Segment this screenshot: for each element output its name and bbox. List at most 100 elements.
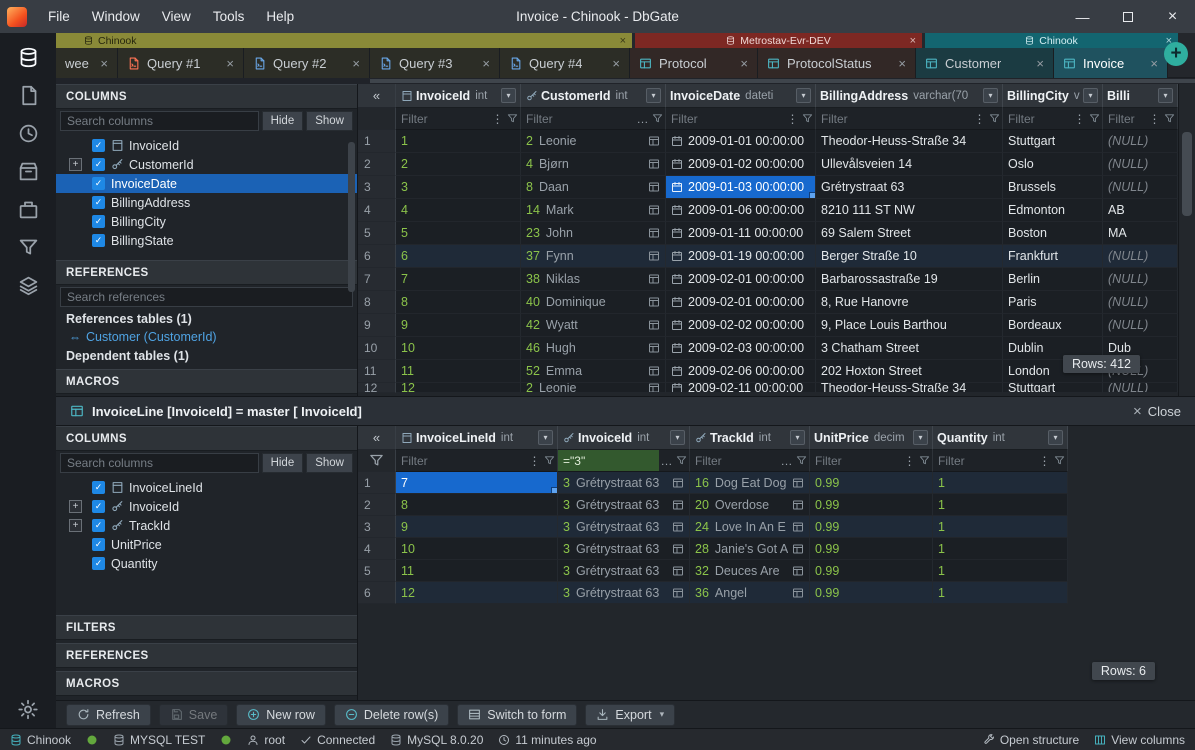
cell-billingaddress[interactable]: Ullevålsveien 14 bbox=[816, 153, 1003, 176]
close-tab-icon[interactable]: × bbox=[740, 56, 748, 71]
checkbox-checked[interactable]: ✓ bbox=[92, 215, 105, 228]
filter-input[interactable]: Filter bbox=[396, 108, 490, 129]
cell-customerid[interactable]: 4Bjørn bbox=[521, 153, 666, 176]
cell-unitprice[interactable]: 0.99 bbox=[810, 582, 933, 604]
column-tree-item-invoiceid[interactable]: ✓InvoiceId bbox=[56, 136, 357, 155]
cell-invoicedate[interactable]: 2009-01-02 00:00:00 bbox=[666, 153, 816, 176]
cell-quantity[interactable]: 1 bbox=[933, 560, 1068, 582]
table-row[interactable]: 9942Wyatt2009-02-02 00:00:009, Place Lou… bbox=[358, 314, 1178, 337]
row-number[interactable]: 3 bbox=[358, 516, 396, 538]
tab-query-3[interactable]: Query #3× bbox=[370, 48, 500, 78]
hide-columns-button[interactable]: Hide bbox=[262, 111, 304, 131]
filter-funnel-icon[interactable] bbox=[542, 455, 557, 466]
cell-billingcity[interactable]: Frankfurt bbox=[1003, 245, 1103, 268]
row-number[interactable]: 3 bbox=[358, 176, 396, 199]
checkbox-checked[interactable]: ✓ bbox=[92, 177, 105, 190]
plugins-icon[interactable] bbox=[18, 199, 39, 220]
cell-billingcity[interactable]: Bordeaux bbox=[1003, 314, 1103, 337]
column-menu-icon[interactable]: ▾ bbox=[646, 88, 661, 103]
cell-invoicedate[interactable]: 2009-02-11 00:00:00 bbox=[666, 383, 816, 393]
close-group-icon[interactable]: × bbox=[620, 35, 626, 47]
menu-tools[interactable]: Tools bbox=[202, 9, 256, 24]
row-number[interactable]: 12 bbox=[358, 383, 396, 393]
show-columns-button[interactable]: Show bbox=[306, 111, 353, 131]
close-tab-icon[interactable]: × bbox=[898, 56, 906, 71]
column-tree-item-billingaddress[interactable]: ✓BillingAddress bbox=[56, 193, 357, 212]
cell-invoiceid[interactable]: 3 bbox=[396, 176, 521, 199]
cell-customerid[interactable]: 37Fynn bbox=[521, 245, 666, 268]
cell-invoiceid[interactable]: 1 bbox=[396, 130, 521, 153]
status-server-version[interactable]: MySQL 8.0.20 bbox=[390, 733, 483, 747]
cell-invoiceid[interactable]: 7 bbox=[396, 268, 521, 291]
close-tab-icon[interactable]: × bbox=[1150, 56, 1158, 71]
column-header-billingaddress[interactable]: BillingAddressvarchar(70▾ bbox=[816, 84, 1003, 108]
export-button[interactable]: Export▾ bbox=[585, 704, 675, 726]
filter-funnel-icon[interactable] bbox=[505, 113, 520, 124]
cell-quantity[interactable]: 1 bbox=[933, 472, 1068, 494]
row-number[interactable]: 10 bbox=[358, 337, 396, 360]
column-header-billi[interactable]: Billi▾ bbox=[1103, 84, 1178, 108]
cell-customerid[interactable]: 40Dominique bbox=[521, 291, 666, 314]
cell-trackid[interactable]: 20Overdose bbox=[690, 494, 810, 516]
column-tree-item-invoicedate[interactable]: ✓InvoiceDate bbox=[56, 174, 357, 193]
checkbox-checked[interactable]: ✓ bbox=[92, 519, 105, 532]
cell-billingaddress[interactable]: Grétrystraat 63 bbox=[816, 176, 1003, 199]
column-header-billingcity[interactable]: BillingCityvarcha▾ bbox=[1003, 84, 1103, 108]
cell-unitprice[interactable]: 0.99 bbox=[810, 494, 933, 516]
filter-unitprice[interactable]: Filter⋮ bbox=[810, 450, 933, 472]
cell-customerid[interactable]: 14Mark bbox=[521, 199, 666, 222]
menu-window[interactable]: Window bbox=[81, 9, 151, 24]
collapse-columns-button[interactable]: « bbox=[358, 84, 396, 108]
checkbox-checked[interactable]: ✓ bbox=[92, 139, 105, 152]
search-columns-input[interactable] bbox=[60, 111, 259, 131]
row-number[interactable]: 4 bbox=[358, 199, 396, 222]
cell-billingcity[interactable]: Edmonton bbox=[1003, 199, 1103, 222]
status-open-structure[interactable]: Open structure bbox=[983, 733, 1079, 747]
column-menu-icon[interactable]: ▾ bbox=[501, 88, 516, 103]
filter-ops-icon[interactable]: ⋮ bbox=[490, 112, 505, 126]
filter-input[interactable]: Filter bbox=[810, 450, 902, 471]
close-group-icon[interactable]: × bbox=[910, 35, 916, 47]
column-header-customerid[interactable]: CustomerIdint▾ bbox=[521, 84, 666, 108]
filter-ops-icon[interactable]: … bbox=[659, 454, 674, 468]
expand-icon[interactable]: + bbox=[69, 158, 82, 171]
filter-ops-icon[interactable]: ⋮ bbox=[1147, 112, 1162, 126]
column-header-quantity[interactable]: Quantityint▾ bbox=[933, 426, 1068, 450]
cell-invoiceid[interactable]: 4 bbox=[396, 199, 521, 222]
search-columns-input[interactable] bbox=[60, 453, 259, 473]
column-menu-icon[interactable]: ▾ bbox=[1083, 88, 1098, 103]
cell-billi[interactable]: (NULL) bbox=[1103, 176, 1178, 199]
tab-query-2[interactable]: Query #2× bbox=[244, 48, 370, 78]
cell-invoiceid[interactable]: 6 bbox=[396, 245, 521, 268]
cell-billingaddress[interactable]: Theodor-Heuss-Straße 34 bbox=[816, 130, 1003, 153]
row-number[interactable]: 9 bbox=[358, 314, 396, 337]
cell-unitprice[interactable]: 0.99 bbox=[810, 560, 933, 582]
filter-customerid[interactable]: Filter… bbox=[521, 108, 666, 130]
filter-funnel-icon[interactable] bbox=[800, 113, 815, 124]
close-tab-icon[interactable]: × bbox=[100, 56, 108, 71]
filter-ops-icon[interactable]: ⋮ bbox=[527, 454, 542, 468]
filter-ops-icon[interactable]: ⋮ bbox=[1037, 454, 1052, 468]
status-connection-status[interactable]: Connected bbox=[300, 733, 375, 747]
cell-billi[interactable]: (NULL) bbox=[1103, 383, 1178, 393]
cell-quantity[interactable]: 1 bbox=[933, 516, 1068, 538]
cell-billi[interactable]: (NULL) bbox=[1103, 130, 1178, 153]
cell-billi[interactable]: (NULL) bbox=[1103, 153, 1178, 176]
grid-scrollbar-thumb[interactable] bbox=[1182, 132, 1192, 216]
status-connection-ok-2[interactable] bbox=[220, 734, 232, 746]
table-row[interactable]: 4414Mark2009-01-06 00:00:008210 111 ST N… bbox=[358, 199, 1178, 222]
tab-group-metrostav-evr-dev-1[interactable]: Metrostav-Evr-DEV× bbox=[635, 33, 922, 48]
filter-input[interactable]: Filter bbox=[933, 450, 1037, 471]
cell-trackid[interactable]: 16Dog Eat Dog bbox=[690, 472, 810, 494]
expand-icon[interactable]: + bbox=[69, 500, 82, 513]
table-row[interactable]: 393Grétrystraat 6324Love In An E0.991 bbox=[358, 516, 1068, 538]
cell-customerid[interactable]: 42Wyatt bbox=[521, 314, 666, 337]
tab-scrollbar-thumb[interactable] bbox=[370, 79, 1195, 83]
cell-billi[interactable]: (NULL) bbox=[1103, 314, 1178, 337]
cell-invoicedate[interactable]: 2009-01-06 00:00:00 bbox=[666, 199, 816, 222]
status-connection-name[interactable]: MYSQL TEST bbox=[113, 733, 205, 747]
tab-customer[interactable]: Customer× bbox=[916, 48, 1054, 78]
status-database-name[interactable]: Chinook bbox=[10, 733, 71, 747]
cell-invoicelineid[interactable]: 11 bbox=[396, 560, 558, 582]
filter-ops-icon[interactable]: … bbox=[779, 454, 794, 468]
